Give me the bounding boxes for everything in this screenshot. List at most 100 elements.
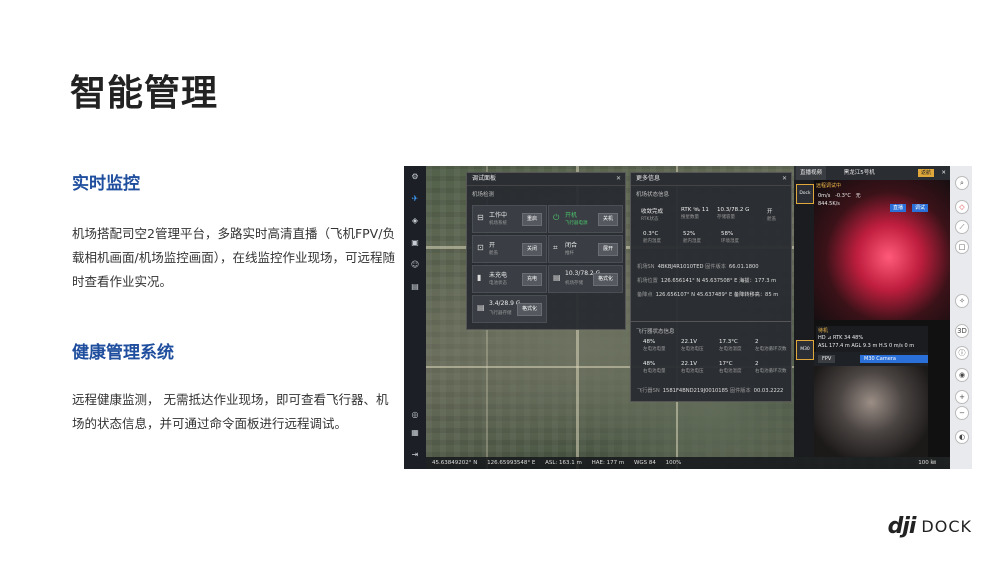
- dock-sn-row: 机场SN 4BKBJ4R1010TED 固件版本 66.01.1800: [637, 263, 785, 270]
- kv-label: 右电池电压: [681, 369, 704, 374]
- left-battery-cycles: 2 左电池循环次数: [755, 339, 787, 352]
- map-statusbar: 45.63849202° N 126.65993548° E ASL: 163.…: [426, 457, 950, 469]
- close-icon[interactable]: ✕: [616, 173, 621, 185]
- kv-value: 17.3°C: [719, 339, 738, 345]
- latitude: 45.63849202° N: [432, 460, 478, 466]
- m30-camera-tab[interactable]: M30 Camera: [860, 355, 928, 363]
- close-icon[interactable]: ✕: [941, 166, 946, 180]
- dock-tag[interactable]: Dock: [796, 184, 814, 204]
- m30-stats: HD ⊿ RTK 34 48%: [818, 335, 864, 341]
- kv-value: 48%: [643, 361, 656, 367]
- restart-button[interactable]: 重启: [521, 213, 542, 226]
- map-style-icon[interactable]: ◐: [955, 430, 969, 444]
- kv-value: 2: [755, 339, 759, 345]
- dock-stats: 0m/s -0.3°C 无 844.5K/s: [818, 192, 861, 208]
- team-icon[interactable]: ☺: [410, 260, 420, 270]
- longitude: 126.65993548° E: [487, 460, 536, 466]
- format-button[interactable]: 格式化: [516, 303, 542, 316]
- camera-switcher: FPV M30 Camera: [814, 352, 928, 366]
- rain: 无: [855, 193, 861, 199]
- storage-capacity: 10.3/78.2 G 存储容量: [717, 207, 749, 220]
- format-button[interactable]: 格式化: [592, 273, 618, 286]
- card-value: 开机: [565, 212, 578, 219]
- m30-status: 待机: [818, 328, 829, 334]
- pushrod-icon: ⌗: [553, 243, 558, 252]
- drone-icon[interactable]: ✈: [410, 194, 420, 204]
- 3d-icon[interactable]: 3D: [955, 324, 969, 338]
- device-tags: Dock M30: [794, 180, 814, 457]
- tune-icon[interactable]: ⚙: [410, 172, 420, 182]
- globe-icon[interactable]: ◎: [410, 410, 420, 420]
- m30-camera-feed[interactable]: [814, 366, 928, 457]
- section-heading-realtime: 实时监控: [72, 174, 140, 194]
- fpv-tab[interactable]: FPV: [818, 355, 836, 363]
- kv-value: 17°C: [719, 361, 733, 367]
- kv-label: 环境湿度: [721, 239, 739, 244]
- dock-camera-feed[interactable]: 远程调试中 0m/s -0.3°C 无 844.5K/s 直播 调试: [814, 180, 950, 320]
- device-title: 黑龙江5号机: [843, 170, 875, 176]
- kv-value: 52%: [683, 231, 696, 237]
- kv-value: 22.1V: [681, 339, 698, 345]
- brand-logo: dji DOCK: [888, 514, 972, 539]
- polyline-icon[interactable]: ⟋: [955, 220, 969, 234]
- more-info-panel: 更多信息 ✕ 机场状态信息 收敛完成 RTK状态 RTK 🛰 11 搜星数量 10.3…: [630, 172, 792, 402]
- kv-label: 左电池电量: [643, 347, 666, 352]
- wind-speed: 0m/s: [818, 193, 831, 199]
- cover-state: 开舱盖: [767, 207, 776, 222]
- card-value: 3.4/28.9 G: [489, 300, 521, 307]
- layers-icon[interactable]: ◈: [410, 216, 420, 226]
- zoom-out-icon[interactable]: −: [955, 406, 969, 420]
- kv-label: 存储容量: [717, 215, 735, 220]
- compass-icon[interactable]: ✧: [955, 294, 969, 308]
- left-battery-temp: 17.3°C 左电池温度: [719, 339, 742, 352]
- left-toolbar: ⚙ ✈ ◈ ▣ ☺ ▤ ◎ ▦ ⇥: [404, 166, 426, 469]
- close-icon[interactable]: ✕: [782, 173, 787, 185]
- slide-title: 智能管理: [70, 73, 219, 114]
- row-value: 126.656141° N 45.637508° E 海拔：177.3 m: [660, 278, 777, 284]
- locate-icon[interactable]: ◉: [955, 368, 969, 382]
- zoom-in-icon[interactable]: +: [955, 390, 969, 404]
- card-label: 飞行器电源: [565, 221, 588, 226]
- live-button[interactable]: 直播: [890, 204, 907, 212]
- search-icon[interactable]: ⌕: [955, 176, 969, 190]
- map-zoom: 100%: [665, 460, 682, 466]
- kv-label: 舱内温度: [643, 239, 661, 244]
- flighthub-screenshot: ⚙ ✈ ◈ ▣ ☺ ▤ ◎ ▦ ⇥ 调试面板 ✕ 机场检测 ⊟ 工作中 机场系统 …: [404, 166, 972, 469]
- alternate-point-row: 备降点 126.656107° N 45.637489° E 备降转移高：85 m: [637, 291, 785, 300]
- expand-button[interactable]: 展开: [597, 243, 618, 256]
- card-value: 开: [489, 242, 496, 249]
- calendar-icon[interactable]: ▤: [410, 282, 420, 292]
- aircraft-status-label: 飞行器状态信息: [636, 329, 675, 335]
- row-label: 飞行器SN: [637, 388, 660, 394]
- debug-panel: 调试面板 ✕ 机场检测 ⊟ 工作中 机场系统 重启 ⏻ 开机 飞行器电源 关机 ⊡…: [466, 172, 626, 330]
- m30-altitude: ASL 177.4 m AGL 9.3 m H.S 0 m/s 0 m: [818, 343, 915, 349]
- live-video-tab[interactable]: 直播视频: [796, 166, 827, 180]
- card-dock-system: ⊟ 工作中 机场系统 重启: [472, 205, 547, 233]
- dji-logo: dji: [887, 514, 917, 539]
- kv-label: RTK状态: [641, 217, 659, 222]
- charge-button[interactable]: 充电: [521, 273, 542, 286]
- image-icon[interactable]: ▣: [410, 238, 420, 248]
- dock-status-label: 机场状态信息: [636, 192, 670, 198]
- close-cover-button[interactable]: 关闭: [521, 243, 542, 256]
- debug-button[interactable]: 调试: [912, 204, 929, 212]
- map-scale: 100 ㎞: [918, 460, 936, 466]
- cabin-humidity: 52% 舱内湿度: [683, 231, 701, 244]
- polygon-icon[interactable]: □: [955, 240, 969, 254]
- kv-label: 左电池循环次数: [755, 347, 787, 352]
- m30-tag[interactable]: M30: [796, 340, 814, 360]
- row-value: 66.01.1800: [728, 264, 759, 270]
- storage-icon: ▤: [553, 273, 561, 282]
- row-value: 00.03.2222: [753, 388, 784, 394]
- info-icon[interactable]: ⓘ: [955, 346, 969, 360]
- shutdown-button[interactable]: 关机: [597, 213, 618, 226]
- battery-icon: ▮: [477, 273, 482, 282]
- section-body-health: 远程健康监测， 无需抵达作业现场，即可查看飞行器、机场的状态信息，并可通过命令面…: [72, 392, 389, 431]
- env-humidity: 58% 环境湿度: [721, 231, 739, 244]
- pin-icon[interactable]: ◇: [955, 200, 969, 214]
- right-toolbar: ⌕ ◇ ⟋ □ ✧ 3D ⓘ ◉ + − ◐: [950, 166, 972, 469]
- grid-icon[interactable]: ▦: [410, 428, 420, 438]
- debug-panel-title: 调试面板: [472, 175, 497, 182]
- return-home-button[interactable]: 返航: [917, 169, 934, 177]
- logout-icon[interactable]: ⇥: [410, 450, 420, 460]
